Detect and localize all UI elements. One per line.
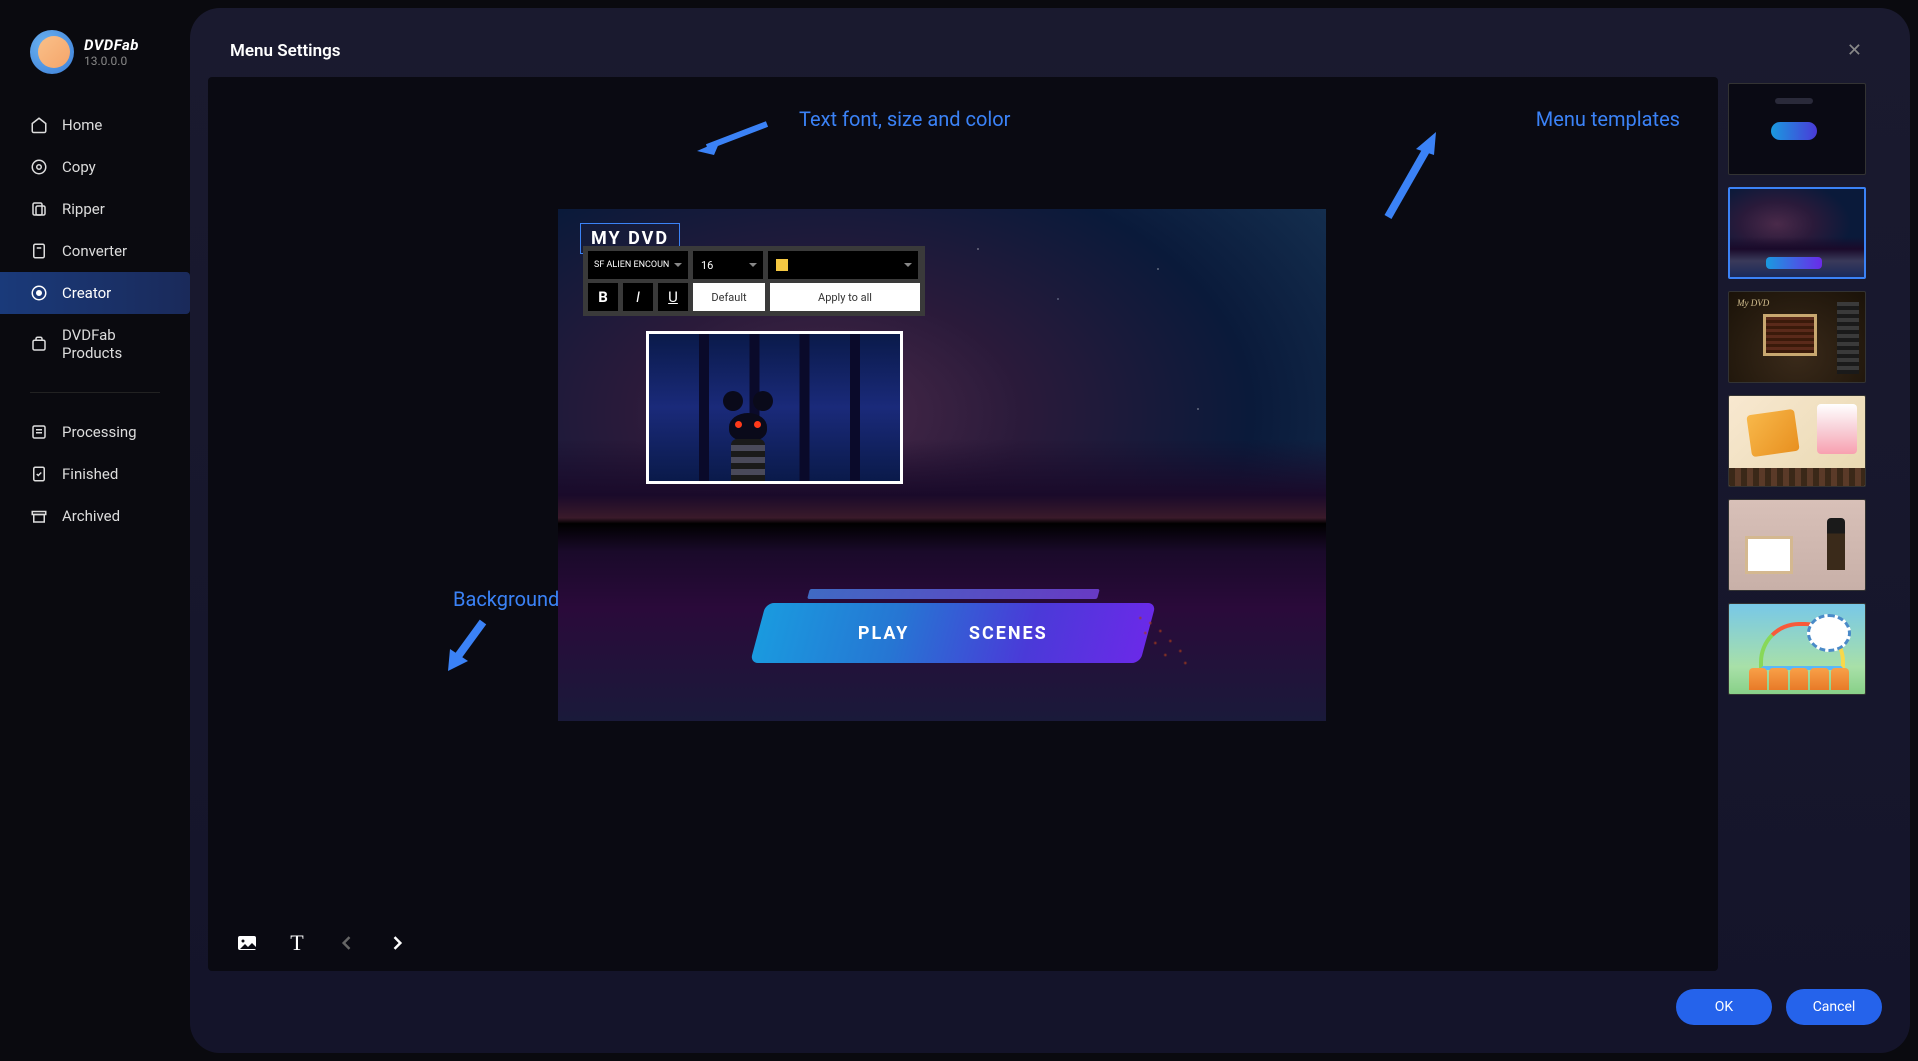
cancel-button[interactable]: Cancel xyxy=(1786,989,1882,1025)
template-item-1[interactable] xyxy=(1728,187,1866,279)
menu-preview-canvas[interactable]: MY DVD SF ALIEN ENCOUN 16 B I U xyxy=(558,209,1326,721)
converter-icon xyxy=(30,242,48,260)
sidebar-item-creator[interactable]: Creator xyxy=(0,272,190,314)
template-item-2[interactable]: My DVD xyxy=(1728,291,1866,383)
italic-button[interactable]: I xyxy=(623,283,653,311)
sidebar-item-label: Ripper xyxy=(62,200,105,218)
apply-all-button[interactable]: Apply to all xyxy=(770,283,920,311)
sidebar-item-home[interactable]: Home xyxy=(0,104,190,146)
annotation-templates: Menu templates xyxy=(1536,107,1680,131)
close-icon: ✕ xyxy=(1847,40,1862,61)
text-icon: T xyxy=(290,930,303,956)
ok-button[interactable]: OK xyxy=(1676,989,1772,1025)
play-label: PLAY xyxy=(858,623,910,644)
sidebar-item-converter[interactable]: Converter xyxy=(0,230,190,272)
sidebar-item-ripper[interactable]: Ripper xyxy=(0,188,190,230)
font-family-select[interactable]: SF ALIEN ENCOUN xyxy=(588,251,688,279)
chevron-right-icon xyxy=(387,933,407,953)
disc-icon xyxy=(30,158,48,176)
sidebar-item-label: Home xyxy=(62,116,102,134)
annotation-font: Text font, size and color xyxy=(799,107,1010,131)
close-button[interactable]: ✕ xyxy=(1839,32,1870,69)
sidebar-item-processing[interactable]: Processing xyxy=(0,411,190,453)
next-page-button[interactable] xyxy=(384,930,410,956)
template-item-3[interactable] xyxy=(1728,395,1866,487)
sidebar-item-label: Creator xyxy=(62,284,111,302)
app-avatar xyxy=(30,30,74,74)
sidebar-item-label: Copy xyxy=(62,158,96,176)
prev-page-button[interactable] xyxy=(334,930,360,956)
image-icon xyxy=(235,931,259,955)
video-thumbnail[interactable] xyxy=(646,331,903,484)
sidebar-item-finished[interactable]: Finished xyxy=(0,453,190,495)
template-item-4[interactable] xyxy=(1728,499,1866,591)
underline-button[interactable]: U xyxy=(658,283,688,311)
home-icon xyxy=(30,116,48,134)
processing-icon xyxy=(30,423,48,441)
arrow-icon xyxy=(692,119,772,159)
arrow-icon xyxy=(1378,127,1448,227)
arrow-icon xyxy=(438,617,498,677)
sidebar-item-label: Processing xyxy=(62,423,137,441)
sidebar-item-label: DVDFab Products xyxy=(62,326,160,362)
app-logo-block: DVDFab 13.0.0.0 xyxy=(0,30,190,104)
font-color-select[interactable] xyxy=(768,251,918,279)
text-tool-button[interactable]: T xyxy=(284,930,310,956)
finished-icon xyxy=(30,465,48,483)
template-list: My DVD xyxy=(1718,77,1882,971)
scenes-label: SCENES xyxy=(969,623,1048,644)
background-image-button[interactable] xyxy=(234,930,260,956)
archived-icon xyxy=(30,507,48,525)
sidebar-item-label: Finished xyxy=(62,465,118,483)
playback-button-bar[interactable]: PLAY SCENES xyxy=(750,603,1156,663)
nav-divider xyxy=(30,392,160,393)
chevron-left-icon xyxy=(337,933,357,953)
default-button[interactable]: Default xyxy=(693,283,765,311)
products-icon xyxy=(30,335,48,353)
template-item-5[interactable] xyxy=(1728,603,1866,695)
bold-button[interactable]: B xyxy=(588,283,618,311)
brand-version: 13.0.0.0 xyxy=(84,54,139,68)
sidebar-item-label: Converter xyxy=(62,242,127,260)
ripper-icon xyxy=(30,200,48,218)
font-size-select[interactable]: 16 xyxy=(693,251,763,279)
sidebar-item-label: Archived xyxy=(62,507,120,525)
color-swatch xyxy=(776,259,788,271)
brand-name: DVDFab xyxy=(84,36,139,54)
dialog-title: Menu Settings xyxy=(230,41,341,61)
sidebar-item-copy[interactable]: Copy xyxy=(0,146,190,188)
sidebar-item-products[interactable]: DVDFab Products xyxy=(0,314,190,374)
creator-icon xyxy=(30,284,48,302)
template-item-0[interactable] xyxy=(1728,83,1866,175)
sidebar-item-archived[interactable]: Archived xyxy=(0,495,190,537)
text-format-toolbar: SF ALIEN ENCOUN 16 B I U Default Apply t… xyxy=(583,246,925,316)
